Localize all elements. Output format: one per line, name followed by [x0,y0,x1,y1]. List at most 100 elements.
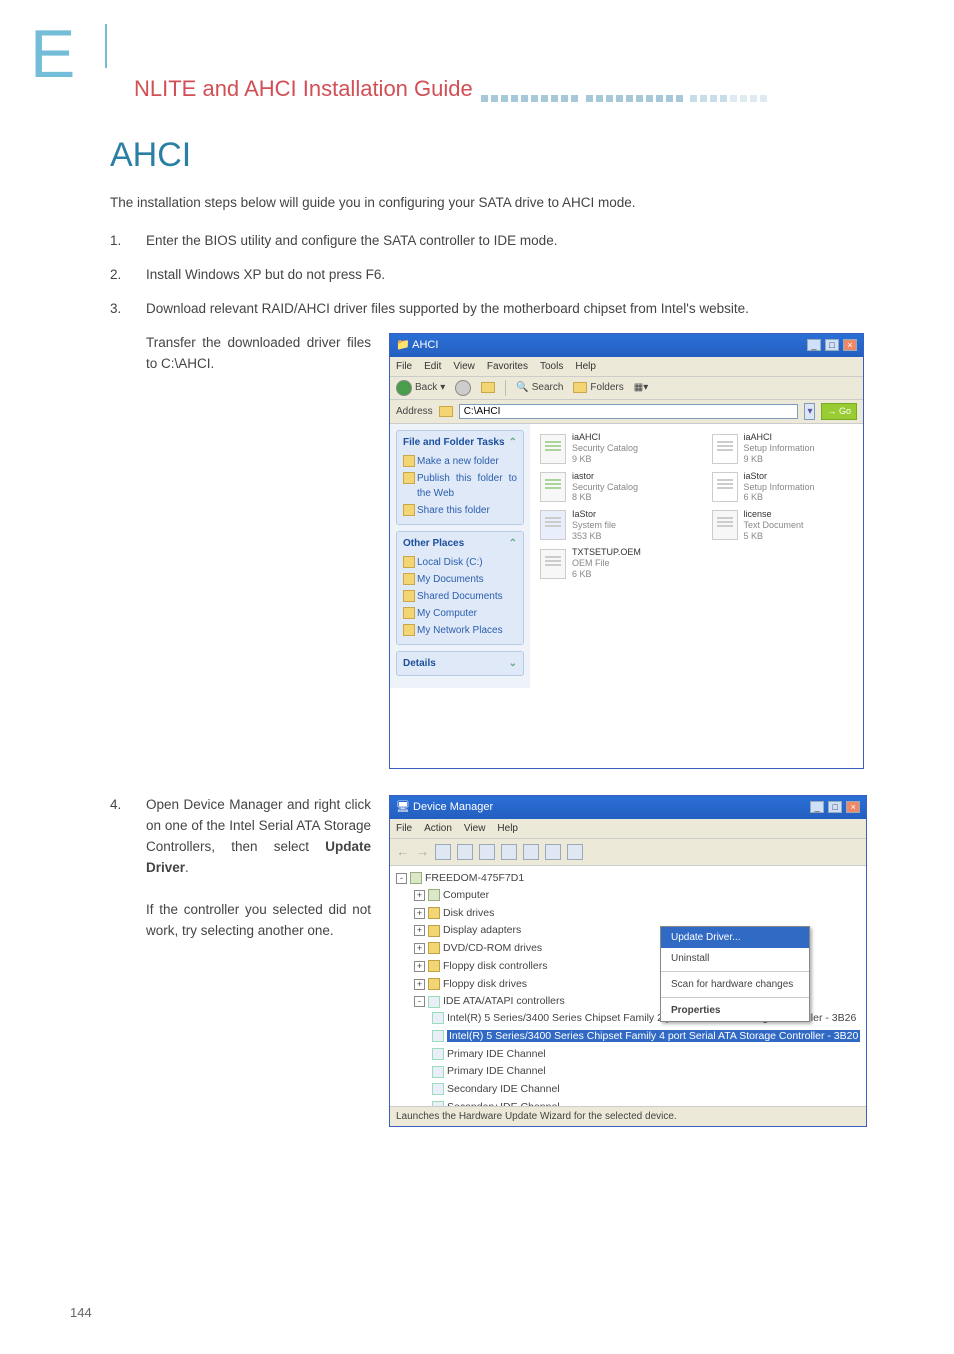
file-name: iastor [572,471,638,482]
file-item[interactable]: licenseText Document5 KB [712,509,854,541]
address-dropdown[interactable]: ▾ [804,403,815,420]
menu-view[interactable]: View [453,359,475,374]
place-local-disk[interactable]: Local Disk (C:) [403,555,517,570]
file-item[interactable]: iastorSecurity Catalog8 KB [540,471,682,503]
menu-help[interactable]: Help [575,359,596,374]
collapse-icon[interactable]: ⌃ [509,435,517,450]
place-network-places[interactable]: My Network Places [403,623,517,638]
close-button[interactable]: × [843,339,857,351]
ide-icon [432,1030,444,1042]
toolbar-icon[interactable] [501,844,517,860]
file-item[interactable]: iaStorSetup Information6 KB [712,471,854,503]
device-icon [428,925,440,937]
file-type: Security Catalog [572,482,638,493]
menu-favorites[interactable]: Favorites [487,359,528,374]
tree-secondary-ide-1[interactable]: Secondary IDE Channel [432,1081,860,1099]
task-new-folder[interactable]: Make a new folder [403,454,517,469]
task-share[interactable]: Share this folder [403,503,517,518]
tree-primary-ide-1[interactable]: Primary IDE Channel [432,1046,860,1064]
page-number: 144 [70,1305,92,1320]
folders-button[interactable]: Folders [573,380,623,395]
ctx-update-driver[interactable]: Update Driver... [661,927,809,948]
tree-primary-ide-2[interactable]: Primary IDE Channel [432,1063,860,1081]
file-item[interactable]: TXTSETUP.OEMOEM File6 KB [540,547,682,579]
menu-file[interactable]: File [396,821,412,836]
inf-icon [712,434,738,464]
place-my-documents[interactable]: My Documents [403,572,517,587]
tree-computer[interactable]: +Computer [414,887,860,905]
toolbar-icon[interactable] [523,844,539,860]
toolbar-icon[interactable] [567,844,583,860]
maximize-button[interactable]: □ [828,801,842,813]
collapse-icon[interactable]: - [396,873,407,884]
expand-icon[interactable]: + [414,890,425,901]
appendix-letter: E [30,20,75,88]
menu-tools[interactable]: Tools [540,359,563,374]
expand-icon[interactable]: + [414,943,425,954]
file-type: Setup Information [744,443,815,454]
place-my-computer[interactable]: My Computer [403,606,517,621]
devmgr-title-label: Device Manager [413,801,493,813]
expand-icon[interactable]: ⌄ [509,656,517,671]
file-name: iaStor [744,471,815,482]
address-input[interactable] [459,404,799,419]
menu-file[interactable]: File [396,359,412,374]
up-button[interactable] [481,382,495,393]
toolbar-icon[interactable] [457,844,473,860]
step-4: Open Device Manager and right click on o… [110,795,864,1127]
address-label: Address [396,404,433,419]
ctx-scan[interactable]: Scan for hardware changes [661,974,809,995]
task-publish[interactable]: Publish this folder to the Web [403,471,517,501]
tree-sata-controller-2-selected[interactable]: Intel(R) 5 Series/3400 Series Chipset Fa… [432,1028,860,1046]
close-button[interactable]: × [846,801,860,813]
txt-icon [712,510,738,540]
go-label: Go [839,406,851,416]
forward-button[interactable] [455,380,471,396]
step-4-p1b: . [185,860,189,875]
menu-action[interactable]: Action [424,821,452,836]
file-item[interactable]: IaStorSystem file353 KB [540,509,682,541]
file-size: 353 KB [572,531,616,542]
step-3-row: Transfer the downloaded driver files to … [146,333,864,769]
expand-icon[interactable]: + [414,961,425,972]
file-size: 5 KB [744,531,804,542]
ctx-properties[interactable]: Properties [661,1000,809,1021]
expand-icon[interactable]: + [414,908,425,919]
file-item[interactable]: iaAHCISecurity Catalog9 KB [540,432,682,464]
minimize-button[interactable]: _ [807,339,821,351]
tree-disk-drives[interactable]: +Disk drives [414,905,860,923]
ide-icon [432,1066,444,1078]
device-manager-window: 🖥 Device Manager _ □ × File Action View … [389,795,867,1127]
views-button[interactable]: ▦▾ [634,380,648,395]
toolbar-icon[interactable] [545,844,561,860]
file-size: 9 KB [572,454,638,465]
menu-view[interactable]: View [464,821,486,836]
search-button[interactable]: 🔍 Search [516,380,563,395]
expand-icon[interactable]: + [414,925,425,936]
menu-edit[interactable]: Edit [424,359,441,374]
device-icon [428,978,440,990]
node-label: Secondary IDE Channel [447,1083,560,1095]
appendix-title: NLITE and AHCI Installation Guide [134,76,473,101]
computer-icon [428,889,440,901]
go-button[interactable]: → Go [821,403,857,421]
back-button[interactable]: Back ▾ [396,380,445,396]
expand-icon[interactable]: + [414,979,425,990]
collapse-icon[interactable]: ⌃ [509,536,517,551]
toolbar-icon[interactable] [479,844,495,860]
menu-help[interactable]: Help [497,821,518,836]
minimize-button[interactable]: _ [810,801,824,813]
toolbar-sep [505,380,506,396]
ide-icon [432,1012,444,1024]
ide-icon [432,1048,444,1060]
maximize-button[interactable]: □ [825,339,839,351]
panel-file-tasks-title: File and Folder Tasks [403,435,505,450]
explorer-menubar: File Edit View Favorites Tools Help [390,357,863,377]
folder-icon: 📁 AHCI [396,337,438,354]
place-shared-docs[interactable]: Shared Documents [403,589,517,604]
file-item[interactable]: iaAHCISetup Information9 KB [712,432,854,464]
ctx-uninstall[interactable]: Uninstall [661,948,809,969]
collapse-icon[interactable]: - [414,996,425,1007]
toolbar-icon[interactable] [435,844,451,860]
tree-secondary-ide-2[interactable]: Secondary IDE Channel [432,1099,860,1106]
